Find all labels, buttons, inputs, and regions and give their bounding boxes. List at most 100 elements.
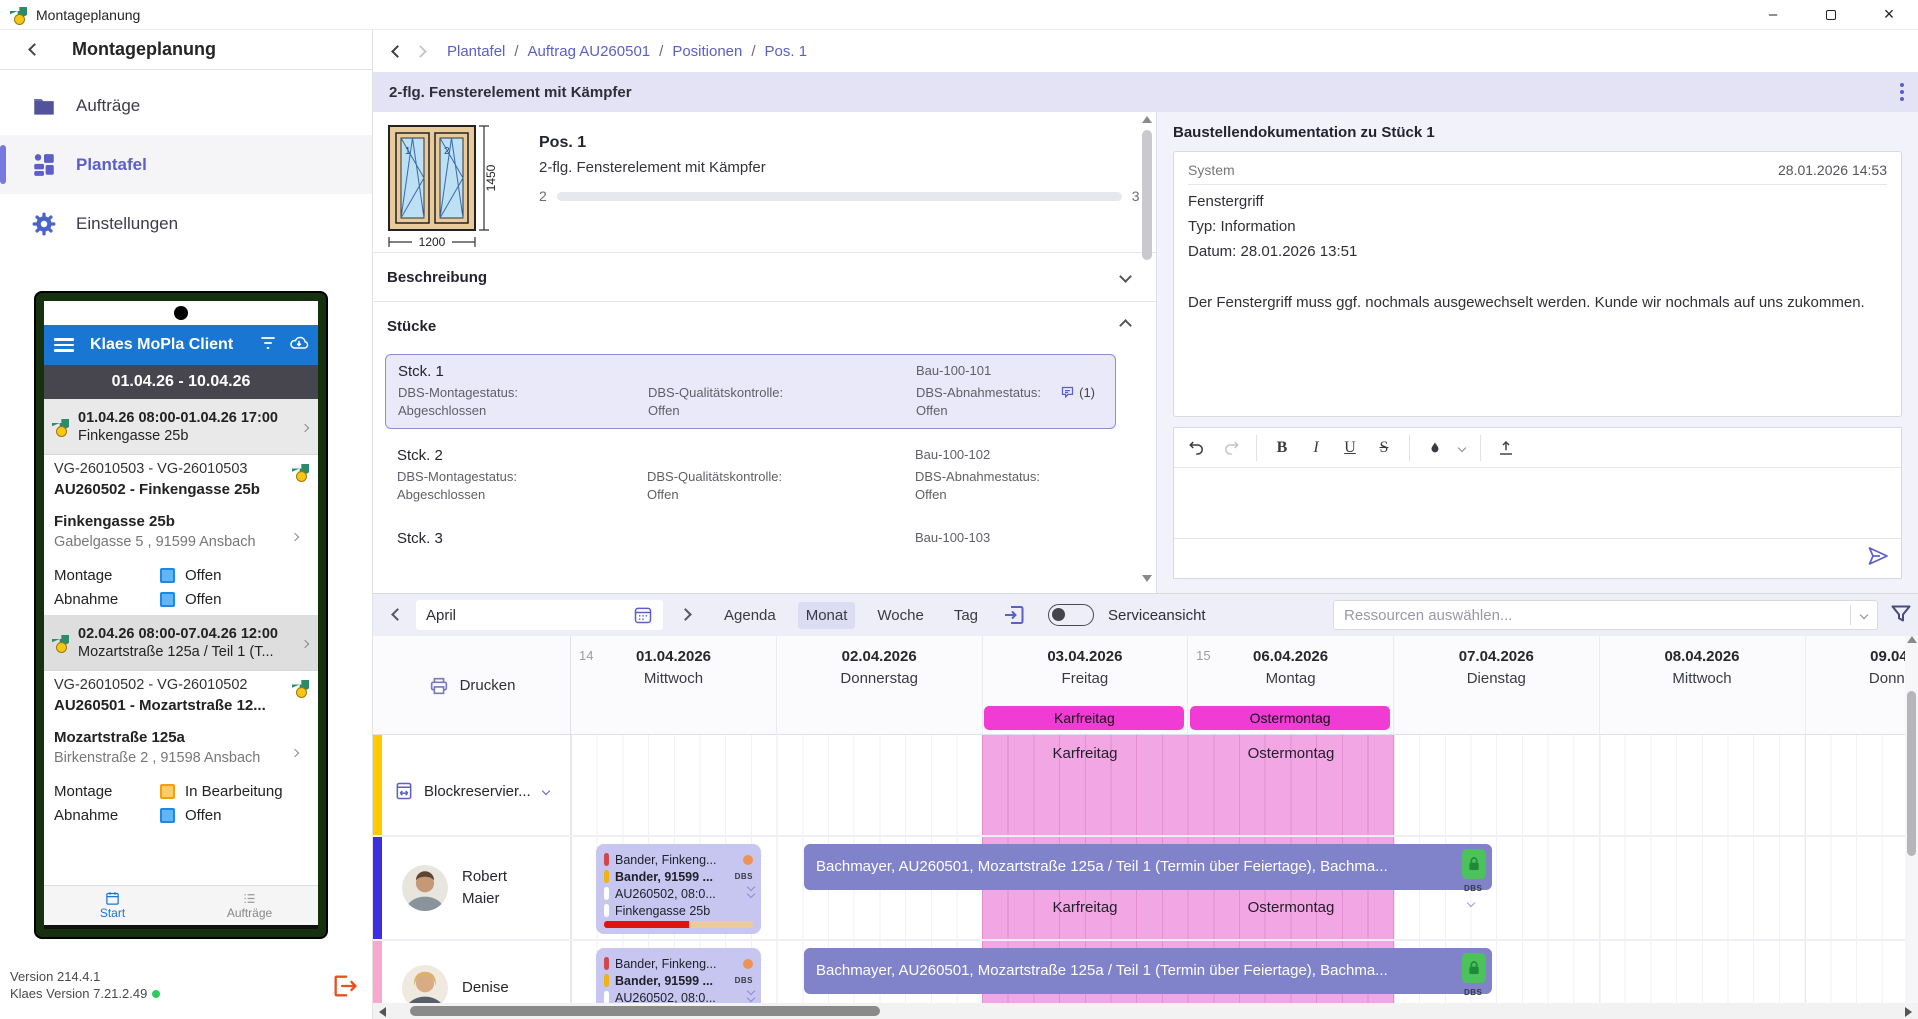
phone-tab-auftraege[interactable]: Aufträge [181,886,318,925]
address-name: Finkengasse 25b [54,513,308,530]
filter-funnel-icon[interactable] [1889,602,1913,631]
resource-robert-maier[interactable]: Robert Maier [382,837,571,939]
phone-order-2[interactable]: VG-26010502 - VG-26010502 AU260501 - Moz… [44,671,318,727]
expand-chevron-icon[interactable] [1468,893,1474,911]
scroll-right-icon[interactable] [1905,1007,1912,1017]
phone-tab-label: Start [100,906,125,920]
view-agenda[interactable]: Agenda [716,602,784,629]
expand-chevrons-icon[interactable] [748,884,754,897]
field-label: DBS-Montagestatus: [397,469,647,484]
view-woche[interactable]: Woche [869,602,931,629]
resources-select[interactable]: Ressourcen auswählen... [1333,600,1878,630]
phone-appointment-1[interactable]: 01.04.26 08:00-01.04.26 17:00 Finkengass… [44,399,318,455]
resources-placeholder: Ressourcen auswählen... [1344,607,1512,624]
phone-address-2[interactable]: Mozartstraße 125a Birkenstraße 2 , 91598… [44,727,318,779]
breadcrumb-plantafel[interactable]: Plantafel [447,43,505,60]
redo-icon[interactable] [1216,434,1246,462]
scheduler-vertical-scrollbar[interactable] [1905,636,1918,1004]
breadcrumb-positionen[interactable]: Positionen [672,43,742,60]
minimize-button[interactable]: – [1744,0,1802,29]
text-color-icon[interactable] [1420,434,1450,462]
phone-appointment-2[interactable]: 02.04.26 08:00-07.04.26 12:00 Mozartstra… [44,615,318,671]
phone-camera [174,306,188,320]
scroll-down-icon[interactable] [1142,575,1152,582]
event-bar-bachmayer[interactable]: Bachmayer, AU260501, Mozartstraße 125a /… [804,948,1492,994]
back-chevron-icon[interactable] [24,40,44,60]
strikethrough-button[interactable]: S [1369,434,1399,462]
scroll-up-icon[interactable] [1142,116,1152,123]
service-view-toggle[interactable] [1048,604,1094,626]
scheduler-horizontal-scrollbar[interactable] [373,1003,1918,1019]
stueck-card-3[interactable]: Stck. 3 Bau-100-103 [385,522,1116,557]
scroll-thumb[interactable] [1907,691,1916,856]
maximize-button[interactable] [1802,0,1860,29]
phone-tab-start[interactable]: Start [44,886,181,925]
note-count[interactable]: (1) [1060,385,1095,400]
breadcrumb-pos1[interactable]: Pos. 1 [765,43,808,60]
cloud-sync-icon[interactable] [288,333,310,358]
day-grid[interactable]: Bander, Finkeng... Bander, 91599 ...DBS … [571,941,1918,1004]
status-dot-green [152,990,160,998]
print-button[interactable]: Drucken [373,636,571,735]
month-input[interactable]: April [416,600,663,630]
print-label: Drucken [460,677,516,694]
phone-tab-bar: Start Aufträge [44,885,318,925]
block-row-label[interactable]: Blockreservier... [382,735,571,835]
phone-order-1[interactable]: VG-26010503 - VG-26010503 AU260502 - Fin… [44,455,318,511]
upload-icon[interactable] [1491,434,1521,462]
dbs-badge: DBS [735,976,753,985]
section-beschreibung[interactable]: Beschreibung [373,253,1156,301]
hamburger-menu-icon[interactable] [54,335,74,355]
breadcrumb: Plantafel / Auftrag AU260501 / Positione… [373,30,1918,72]
event-card-bander[interactable]: Bander, Finkeng... Bander, 91599 ...DBS … [596,948,761,1004]
logout-icon[interactable] [330,972,360,1005]
sidebar-item-einstellungen[interactable]: Einstellungen [0,194,372,253]
field-label: DBS-Abnahmestatus: [915,469,1104,484]
calendar-icon [633,605,653,625]
phone-status-1: Montage Offen Abnahme Offen [44,563,318,615]
section-stuecke[interactable]: Stücke [373,302,1156,350]
view-tag[interactable]: Tag [946,602,986,629]
color-dropdown-icon[interactable] [1454,434,1470,462]
undo-icon[interactable] [1182,434,1212,462]
view-monat[interactable]: Monat [798,602,856,629]
breadcrumb-auftrag[interactable]: Auftrag AU260501 [528,43,651,60]
send-icon[interactable] [1865,544,1891,573]
scroll-thumb[interactable] [1142,130,1152,260]
chevron-right-icon [302,634,308,652]
kebab-menu-icon[interactable] [1900,83,1904,101]
filter-lines-icon[interactable] [258,333,278,358]
editor-textarea[interactable] [1174,468,1901,538]
day-grid[interactable]: Karfreitag Ostermontag Bander, Finkeng..… [571,837,1918,939]
note-icon [1060,385,1075,400]
svg-text:1200: 1200 [419,235,446,249]
italic-button[interactable]: I [1301,434,1331,462]
next-month-icon[interactable] [681,606,690,624]
stueck-card-1[interactable]: Stck. 1 Bau-100-101 DBS-Montagestatus: D… [385,354,1116,429]
scroll-thumb[interactable] [410,1006,880,1016]
month-value: April [426,607,456,624]
sidebar-item-label: Aufträge [76,96,140,116]
day-grid[interactable]: Karfreitag Ostermontag [571,735,1918,835]
sidebar-item-label: Plantafel [76,155,147,175]
scroll-left-icon[interactable] [379,1007,386,1017]
goto-date-icon[interactable] [1002,603,1026,627]
expand-chevrons-icon[interactable] [748,988,754,1001]
bold-button[interactable]: B [1267,434,1297,462]
underline-button[interactable]: U [1335,434,1365,462]
nav-back-icon[interactable] [393,43,402,60]
phone-address-1[interactable]: Finkengasse 25b Gabelgasse 5 , 91599 Ans… [44,511,318,563]
prev-month-icon[interactable] [393,606,402,624]
close-button[interactable]: × [1860,0,1918,29]
sidebar-item-plantafel[interactable]: Plantafel [0,135,372,194]
resource-denise[interactable]: Denise [382,941,571,1004]
nav-forward-icon[interactable] [416,43,425,60]
field-value: Abgeschlossen [398,403,648,418]
detail-scrollbar[interactable] [1140,116,1154,582]
stueck-card-2[interactable]: Stck. 2 Bau-100-102 DBS-Montagestatus: D… [385,439,1116,512]
event-bar-bachmayer[interactable]: Bachmayer, AU260501, Mozartstraße 125a /… [804,844,1492,890]
scroll-up-icon[interactable] [1907,636,1917,643]
status-checkbox-orange [160,784,175,799]
event-card-bander[interactable]: Bander, Finkeng... Bander, 91599 ...DBS … [596,844,761,934]
sidebar-item-auftraege[interactable]: Aufträge [0,76,372,135]
